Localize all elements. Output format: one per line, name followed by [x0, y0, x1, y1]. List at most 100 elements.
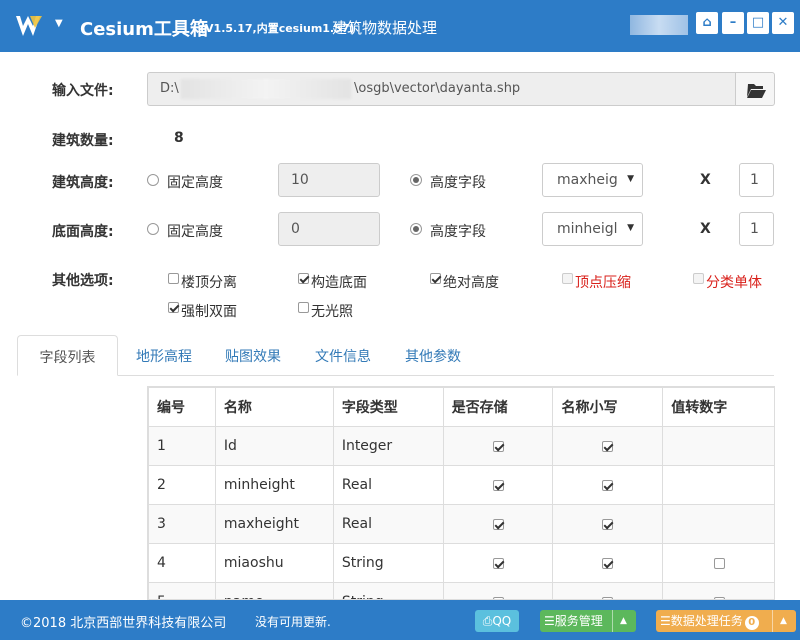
- lowercase-checkbox[interactable]: [602, 479, 614, 491]
- build-bottom-text: 构造底面: [311, 275, 367, 291]
- app-logo-icon: [16, 16, 42, 36]
- tab-terrain-elevation[interactable]: 地形高程: [136, 335, 192, 376]
- table-row[interactable]: 1 Id Integer: [148, 426, 774, 466]
- task-count-badge: 0: [744, 616, 759, 630]
- app-title: Cesium工具箱: [80, 19, 208, 40]
- button-divider: [612, 610, 613, 632]
- building-height-field-value: maxheig: [557, 172, 618, 188]
- lowercase-checkbox[interactable]: [602, 557, 614, 569]
- building-height-label: 建筑高度:: [52, 175, 114, 191]
- cell-to-number: [662, 426, 774, 466]
- column-header[interactable]: 值转数字: [662, 387, 774, 427]
- table-row[interactable]: 4 miaoshu String: [148, 543, 774, 583]
- column-header[interactable]: 编号: [148, 387, 216, 427]
- base-height-label: 底面高度:: [52, 224, 114, 240]
- cell-number: 4: [148, 543, 216, 583]
- cell-name: name: [214, 582, 334, 599]
- column-header[interactable]: 字段类型: [332, 387, 444, 427]
- qq-button-label: QQ: [492, 614, 512, 628]
- cell-store: [442, 582, 554, 599]
- data-tasks-button[interactable]: ☰数据处理任务 0 ▲: [656, 610, 796, 632]
- cell-store: [442, 543, 554, 583]
- lowercase-checkbox[interactable]: [602, 518, 614, 530]
- building-height-fixed-radio[interactable]: [147, 174, 159, 186]
- vertex-compress-checkbox[interactable]: [562, 273, 573, 284]
- cell-lowercase: [552, 582, 664, 599]
- cell-to-number: [662, 582, 774, 599]
- build-bottom-checkbox[interactable]: [298, 273, 309, 284]
- caret-up-icon[interactable]: ▲: [780, 610, 787, 632]
- cell-number: 1: [148, 426, 216, 466]
- store-checkbox[interactable]: [492, 479, 504, 491]
- cell-type: Real: [332, 504, 444, 544]
- base-height-fixed-radio[interactable]: [147, 223, 159, 235]
- app-menu-caret-icon[interactable]: ▼: [55, 18, 63, 29]
- other-options-label: 其他选项:: [52, 273, 114, 289]
- store-checkbox[interactable]: [492, 440, 504, 452]
- tab-texture-effect[interactable]: 贴图效果: [225, 335, 281, 376]
- base-height-multiplier-input[interactable]: 1: [739, 212, 774, 246]
- cell-to-number: [662, 504, 774, 544]
- cell-lowercase: [552, 543, 664, 583]
- store-checkbox[interactable]: [492, 518, 504, 530]
- folder-open-icon: [747, 84, 766, 98]
- blurred-user-area: [630, 15, 688, 35]
- classify-single-checkbox[interactable]: [693, 273, 704, 284]
- building-height-fixed-text: 固定高度: [167, 175, 223, 191]
- absolute-height-text: 绝对高度: [443, 275, 499, 291]
- cell-lowercase: [552, 504, 664, 544]
- cell-to-number: [662, 465, 774, 505]
- home-button[interactable]: ⌂: [696, 12, 718, 34]
- tabs-divider: [17, 375, 774, 376]
- force-double-side-checkbox[interactable]: [168, 302, 179, 313]
- close-button[interactable]: ✕: [772, 12, 794, 34]
- table-row[interactable]: 2 minheight Real: [148, 465, 774, 505]
- maximize-icon: □: [751, 15, 765, 30]
- table-row[interactable]: 3 maxheight Real: [148, 504, 774, 544]
- cell-type: String: [332, 543, 444, 583]
- table-row[interactable]: 5 name String: [148, 582, 774, 599]
- home-icon: ⌂: [702, 15, 712, 30]
- building-height-multiplier-input[interactable]: 1: [739, 163, 774, 197]
- to-number-checkbox[interactable]: [713, 557, 725, 569]
- cell-number: 5: [148, 582, 216, 599]
- roof-separate-checkbox[interactable]: [168, 273, 179, 284]
- tab-field-list[interactable]: 字段列表: [17, 335, 118, 376]
- column-header[interactable]: 名称小写: [552, 387, 664, 427]
- building-count-label: 建筑数量:: [52, 133, 114, 149]
- base-height-field-value: minheigl: [557, 221, 618, 237]
- field-table: 编号 名称 字段类型 是否存储 名称小写 值转数字 1 Id Integer 2…: [147, 386, 775, 600]
- cell-lowercase: [552, 426, 664, 466]
- update-status-text: 没有可用更新.: [255, 615, 331, 629]
- maximize-button[interactable]: □: [747, 12, 769, 34]
- button-divider: [772, 610, 773, 632]
- roof-separate-text: 楼顶分离: [181, 275, 237, 291]
- building-height-fixed-input[interactable]: 10: [278, 163, 380, 197]
- store-checkbox[interactable]: [492, 557, 504, 569]
- tab-other-params[interactable]: 其他参数: [405, 335, 461, 376]
- window-subtitle: 建筑物数据处理: [332, 19, 438, 37]
- qq-button[interactable]: ⎙QQ: [475, 610, 519, 632]
- force-double-side-text: 强制双面: [181, 304, 237, 320]
- base-height-field-radio[interactable]: [410, 223, 422, 235]
- lowercase-checkbox[interactable]: [602, 440, 614, 452]
- tab-file-info[interactable]: 文件信息: [315, 335, 371, 376]
- column-header[interactable]: 名称: [214, 387, 334, 427]
- cell-type: String: [332, 582, 444, 599]
- minimize-button[interactable]: –: [722, 12, 744, 34]
- base-height-field-select[interactable]: minheigl ▼: [542, 212, 643, 246]
- cell-name: Id: [214, 426, 334, 466]
- service-management-button[interactable]: ☰服务管理 ▲: [540, 610, 636, 632]
- caret-up-icon[interactable]: ▲: [620, 610, 627, 632]
- building-count-value: 8: [174, 130, 184, 146]
- column-header[interactable]: 是否存储: [442, 387, 554, 427]
- building-height-field-select[interactable]: maxheig ▼: [542, 163, 643, 197]
- building-height-field-radio[interactable]: [410, 174, 422, 186]
- browse-file-button[interactable]: [735, 72, 775, 106]
- base-height-field-text: 高度字段: [430, 224, 486, 240]
- list-icon: ☰: [544, 614, 555, 628]
- base-height-x-label: X: [700, 221, 711, 237]
- absolute-height-checkbox[interactable]: [430, 273, 441, 284]
- base-height-fixed-input[interactable]: 0: [278, 212, 380, 246]
- no-lighting-checkbox[interactable]: [298, 302, 309, 313]
